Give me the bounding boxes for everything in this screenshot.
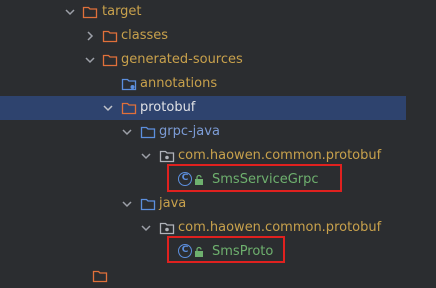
tree-label-java: java	[159, 196, 187, 211]
tree-label-classes: classes	[121, 28, 169, 43]
package-icon	[159, 222, 175, 235]
tree-row-annotations[interactable]: annotations	[0, 72, 436, 96]
source-folder-icon	[140, 198, 156, 211]
chevron-down-icon[interactable]	[84, 54, 96, 66]
tree-row-java[interactable]: java	[0, 192, 436, 216]
tree-row-grpc-java[interactable]: grpc-java	[0, 120, 436, 144]
chevron-down-icon[interactable]	[140, 150, 152, 162]
highlight-box-sms-proto	[167, 236, 285, 263]
tree-row-target[interactable]: target	[0, 0, 436, 24]
folder-icon	[102, 54, 118, 67]
tree-label-protobuf: protobuf	[140, 100, 196, 115]
folder-icon	[102, 30, 118, 43]
tree-row-protobuf[interactable]: protobuf	[0, 96, 406, 120]
source-folder-icon	[140, 126, 156, 139]
tree-label-java-package: com.haowen.common.protobuf	[178, 220, 382, 235]
chevron-down-icon[interactable]	[64, 6, 76, 18]
source-folder-icon	[121, 78, 137, 91]
chevron-down-icon[interactable]	[102, 102, 114, 114]
folder-icon	[92, 270, 108, 283]
tree-label-grpc-java: grpc-java	[159, 124, 220, 139]
tree-row-generated-sources[interactable]: generated-sources	[0, 48, 436, 72]
tree-label-target: target	[102, 4, 142, 19]
tree-label-annotations: annotations	[140, 76, 218, 91]
tree-row-classes[interactable]: classes	[0, 24, 436, 48]
folder-icon	[82, 6, 98, 19]
chevron-down-icon[interactable]	[121, 126, 133, 138]
tree-row-partial	[0, 264, 436, 288]
tree-label-grpc-package: com.haowen.common.protobuf	[178, 148, 382, 163]
highlight-box-sms-service-grpc	[167, 164, 342, 192]
folder-icon	[121, 102, 137, 115]
chevron-down-icon[interactable]	[140, 222, 152, 234]
tree-label-generated-sources: generated-sources	[121, 52, 243, 67]
chevron-down-icon[interactable]	[121, 198, 133, 210]
package-icon	[159, 150, 175, 163]
chevron-right-icon[interactable]	[84, 30, 96, 42]
